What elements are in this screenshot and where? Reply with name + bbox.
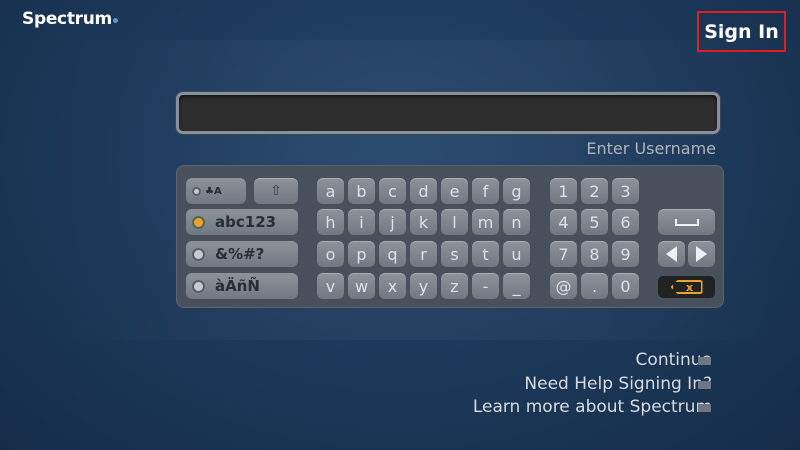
key-number[interactable]: 0 (612, 273, 639, 299)
username-label: Enter Username (586, 139, 716, 158)
space-key[interactable] (658, 209, 715, 235)
key-letter[interactable]: t (472, 241, 499, 267)
key-letter[interactable]: - (472, 273, 499, 299)
learn-more-link[interactable]: Learn more about Spectrum (473, 397, 712, 417)
key-letter[interactable]: s (441, 241, 468, 267)
key-number[interactable]: . (581, 273, 608, 299)
backspace-icon: x (670, 280, 703, 294)
help-indicator-icon (698, 381, 711, 389)
key-number[interactable]: 7 (550, 241, 577, 267)
key-letter[interactable]: k (410, 209, 437, 235)
key-letter[interactable]: z (441, 273, 468, 299)
key-letter[interactable]: b (348, 178, 375, 204)
symbols-mode-key[interactable]: ♣A (186, 178, 246, 204)
mode-key-accented[interactable]: àÄñÑ (186, 273, 298, 299)
radio-selected-icon (192, 215, 205, 229)
key-letter[interactable]: v (317, 273, 344, 299)
username-input[interactable] (176, 92, 720, 134)
radio-icon (192, 279, 205, 293)
arrow-left-icon (666, 246, 677, 262)
key-letter[interactable]: j (379, 209, 406, 235)
shift-icon: ⇧ (270, 183, 282, 199)
key-letter[interactable]: f (472, 178, 499, 204)
key-letter[interactable]: d (410, 178, 437, 204)
key-letter[interactable]: c (379, 178, 406, 204)
key-letter[interactable]: p (348, 241, 375, 267)
key-letter[interactable]: q (379, 241, 406, 267)
mode-key-abc123[interactable]: abc123 (186, 209, 298, 235)
key-number[interactable]: 1 (550, 178, 577, 204)
space-icon (674, 218, 699, 226)
key-letter[interactable]: m (472, 209, 499, 235)
radio-icon (192, 247, 205, 261)
cursor-right-key[interactable] (688, 241, 715, 267)
on-screen-keyboard: ♣A ⇧ abc123 &%#? àÄñÑ abcdefg hijklmn opqr… (176, 165, 724, 308)
key-letter[interactable]: o (317, 241, 344, 267)
key-letter[interactable]: g (503, 178, 530, 204)
key-letter[interactable]: l (441, 209, 468, 235)
learn-more-indicator-icon (698, 404, 711, 412)
help-signing-in-link[interactable]: Need Help Signing In? (524, 374, 712, 394)
key-letter[interactable]: x (379, 273, 406, 299)
key-number[interactable]: @ (550, 273, 577, 299)
key-number[interactable]: 3 (612, 178, 639, 204)
key-letter[interactable]: a (317, 178, 344, 204)
key-letter[interactable]: i (348, 209, 375, 235)
key-letter[interactable]: _ (503, 273, 530, 299)
shift-key[interactable]: ⇧ (254, 178, 298, 204)
arrow-right-icon (696, 246, 707, 262)
key-letter[interactable]: e (441, 178, 468, 204)
key-letter[interactable]: y (410, 273, 437, 299)
continue-indicator-icon (698, 357, 711, 365)
key-number[interactable]: 5 (581, 209, 608, 235)
sign-in-button[interactable]: Sign In (697, 11, 786, 52)
cursor-left-key[interactable] (658, 241, 685, 267)
key-letter[interactable]: w (348, 273, 375, 299)
radio-icon (192, 186, 201, 196)
key-number[interactable]: 2 (581, 178, 608, 204)
key-number[interactable]: 8 (581, 241, 608, 267)
key-number[interactable]: 9 (612, 241, 639, 267)
key-letter[interactable]: r (410, 241, 437, 267)
key-letter[interactable]: n (503, 209, 530, 235)
key-number[interactable]: 4 (550, 209, 577, 235)
key-number[interactable]: 6 (612, 209, 639, 235)
backspace-key[interactable]: x (658, 276, 715, 298)
key-letter[interactable]: h (317, 209, 344, 235)
key-letter[interactable]: u (503, 241, 530, 267)
spectrum-logo: Spectrum (22, 9, 118, 29)
mode-key-special[interactable]: &%#? (186, 241, 298, 267)
